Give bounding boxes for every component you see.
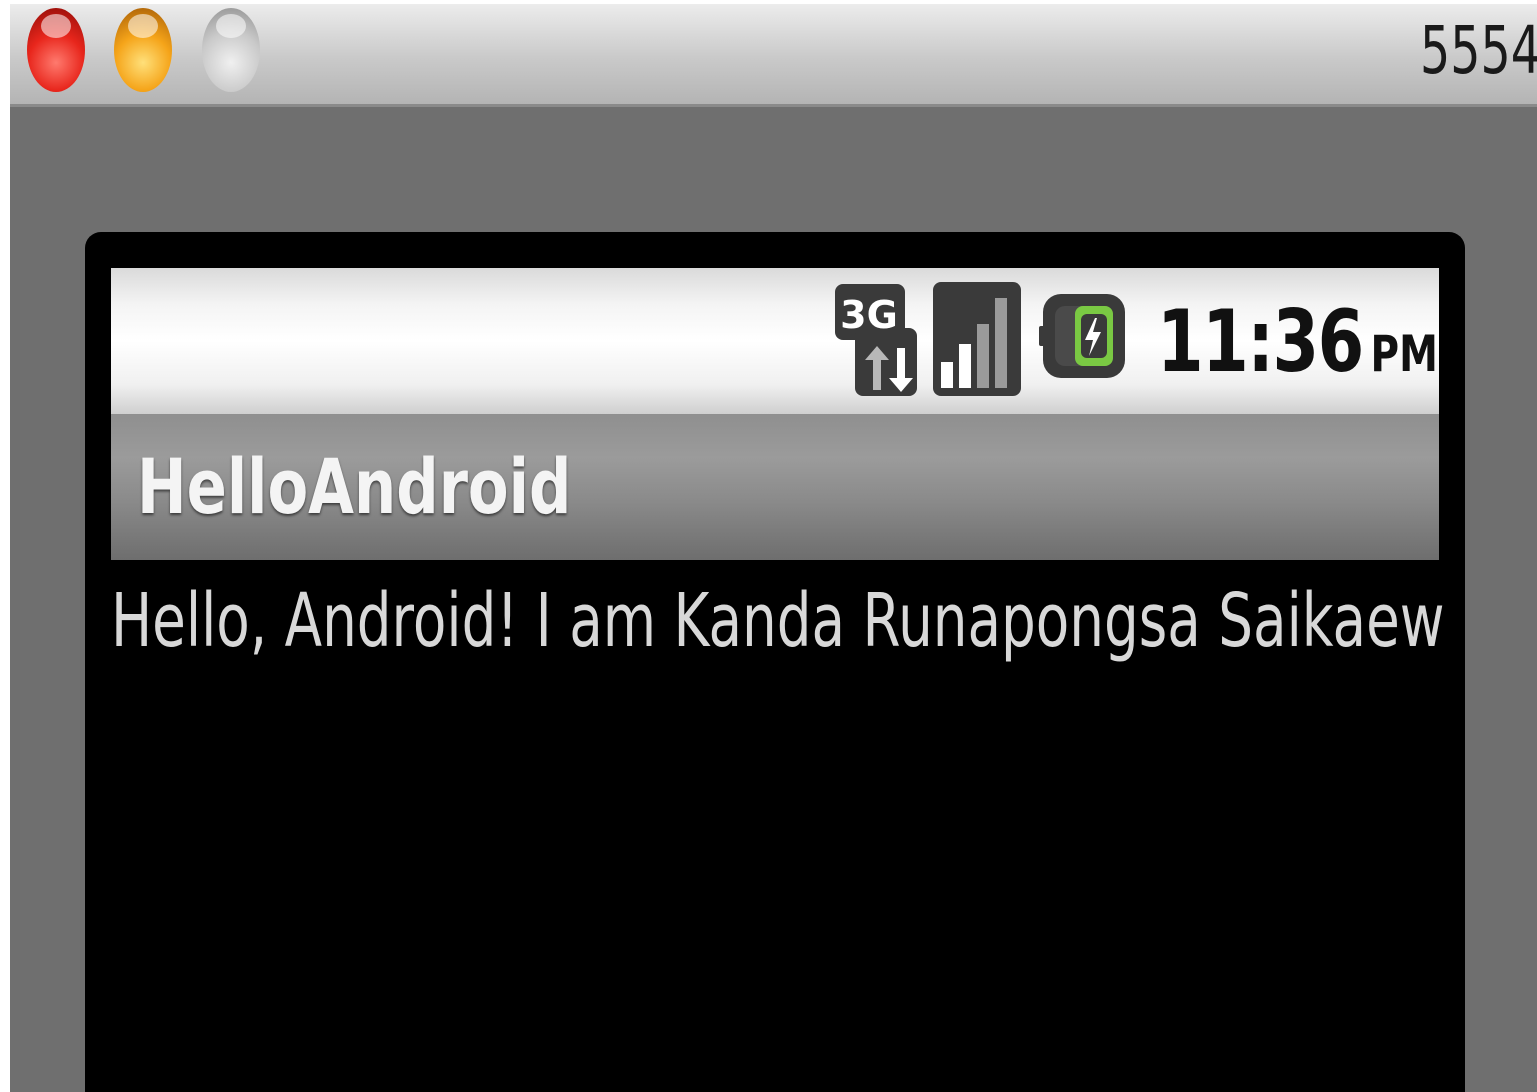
- window-titlebar[interactable]: 5554: [10, 4, 1537, 107]
- clock-ampm: PM: [1370, 325, 1438, 383]
- minimize-window-button[interactable]: [114, 8, 172, 92]
- app-title: HelloAndroid: [137, 442, 572, 531]
- 3g-data-icon: 3G: [835, 284, 917, 396]
- window-title: 5554: [1420, 12, 1537, 89]
- device-screen-frame: 3G 11:36 PM HelloAndroid Hello, Android!…: [85, 232, 1465, 1092]
- app-content: Hello, Android! I am Kanda Runapongsa Sa…: [111, 560, 1445, 1092]
- app-title-bar: HelloAndroid: [111, 414, 1439, 560]
- clock-time: 11:36: [1157, 292, 1364, 392]
- status-bar[interactable]: 3G 11:36 PM: [111, 268, 1439, 414]
- emulator-window: 5554 3G 11:36 PM HelloAndroid Hello, And…: [10, 4, 1537, 1092]
- battery-charging-icon: [1039, 294, 1125, 378]
- close-window-button[interactable]: [27, 8, 85, 92]
- status-clock: 11:36 PM: [1157, 292, 1438, 392]
- signal-icon: [933, 282, 1021, 396]
- zoom-window-button[interactable]: [202, 8, 260, 92]
- hello-message-text: Hello, Android! I am Kanda Runapongsa Sa…: [111, 578, 1445, 664]
- network-type-label: 3G: [840, 293, 898, 337]
